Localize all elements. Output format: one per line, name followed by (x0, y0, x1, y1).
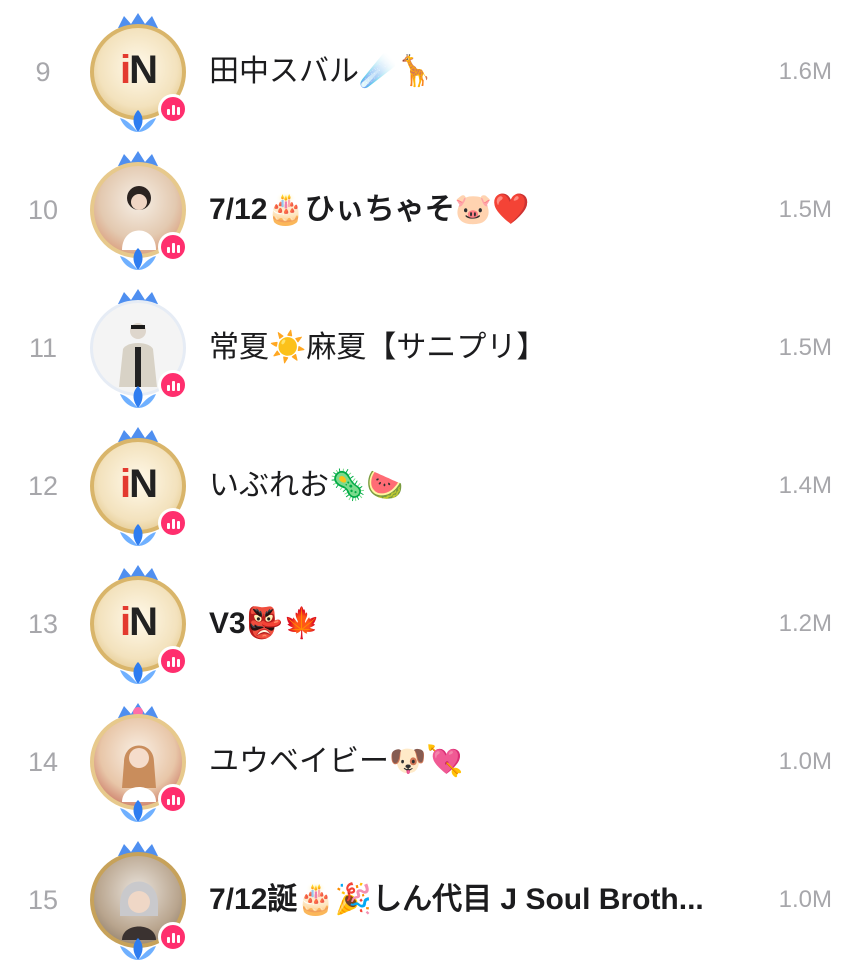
avatar[interactable]: iN (84, 12, 192, 134)
avatar[interactable] (84, 702, 192, 824)
score-value: 1.0M (778, 886, 832, 913)
rank-number: 14 (27, 747, 59, 777)
avatar[interactable] (84, 288, 192, 410)
rank-number: 9 (35, 57, 51, 87)
profile-photo (122, 745, 156, 802)
user-name: いぶれお🦠🍉 (209, 468, 404, 503)
in-logo: iN (119, 48, 158, 92)
leaderboard-row[interactable]: 14 ユウベイビー🐶💘 1.0M (0, 692, 868, 830)
live-bars-icon (158, 94, 188, 124)
avatar[interactable]: iN (84, 564, 192, 686)
score-value: 1.4M (778, 472, 832, 499)
live-bars-icon (158, 370, 188, 400)
leaderboard-row[interactable]: 12 iN いぶれお🦠🍉 1.4M (0, 416, 868, 554)
user-name: 常夏☀️麻夏【サニプリ】 (209, 330, 547, 365)
rank-number: 10 (27, 195, 59, 225)
user-name: 7/12🎂ひぃちゃそ🐷❤️ (209, 193, 530, 226)
live-bars-icon (158, 646, 188, 676)
leaderboard-list: 9 iN 田中スバル☄️🦒 1.6M 10 7/12🎂ひぃちゃそ🐷❤️ 1.5M… (0, 0, 868, 963)
profile-photo (119, 323, 157, 387)
score-value: 1.5M (778, 334, 832, 361)
rank-number: 12 (27, 471, 59, 501)
in-logo: iN (119, 600, 158, 644)
rank-number: 11 (28, 333, 58, 363)
profile-photo (120, 881, 158, 940)
in-logo: iN (119, 462, 158, 506)
score-value: 1.6M (778, 58, 832, 85)
user-name: ユウベイビー🐶💘 (209, 744, 464, 779)
leaderboard-row[interactable]: 15 7/12誕🎂🎉しん代目 J Soul Broth... 1.0M (0, 830, 868, 968)
score-value: 1.5M (778, 196, 832, 223)
score-value: 1.2M (778, 610, 832, 637)
profile-photo (122, 186, 156, 250)
leaderboard-row[interactable]: 9 iN 田中スバル☄️🦒 1.6M (0, 2, 868, 140)
live-bars-icon (158, 232, 188, 262)
user-name: 7/12誕🎂🎉しん代目 J Soul Broth... (209, 883, 704, 916)
live-bars-icon (158, 784, 188, 814)
live-bars-icon (158, 922, 188, 952)
user-name: 田中スバル☄️🦒 (209, 54, 434, 89)
avatar[interactable] (84, 150, 192, 272)
rank-number: 15 (27, 885, 59, 915)
live-bars-icon (158, 508, 188, 538)
leaderboard-row[interactable]: 10 7/12🎂ひぃちゃそ🐷❤️ 1.5M (0, 140, 868, 278)
avatar[interactable]: iN (84, 426, 192, 548)
rank-number: 13 (27, 609, 59, 639)
avatar[interactable] (84, 840, 192, 962)
score-value: 1.0M (778, 748, 832, 775)
leaderboard-row[interactable]: 13 iN V3👺🍁 1.2M (0, 554, 868, 692)
leaderboard-row[interactable]: 11 常夏☀️麻夏【サニプリ】 1.5M (0, 278, 868, 416)
user-name: V3👺🍁 (209, 607, 321, 640)
